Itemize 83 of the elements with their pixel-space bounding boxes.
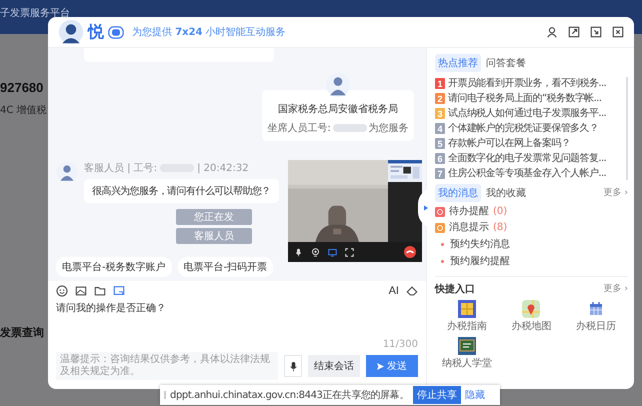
send-icon <box>377 362 384 370</box>
badge-icon <box>108 26 124 38</box>
tab[interactable]: 热点推荐 <box>435 54 481 72</box>
question-link[interactable]: 开票员能看到开票业务，看不到税务... <box>448 77 606 90</box>
section-title: 快捷入口 <box>435 283 475 296</box>
alert-count: (8) <box>493 221 508 234</box>
stop-sharing-button[interactable]: 停止共享 <box>412 386 461 404</box>
tab[interactable]: 我的收藏 <box>483 184 529 202</box>
microphone-icon[interactable] <box>294 248 303 256</box>
question-link[interactable]: 全面数字化的电子发票常见问题答复... <box>448 152 606 165</box>
hang-up-icon[interactable] <box>404 246 416 258</box>
invoice-type-text: 4C 增值税 <box>0 104 46 117</box>
agent-id-label: 坐席人员工号: <box>267 122 331 135</box>
drag-handle[interactable] <box>164 391 166 399</box>
send-button[interactable]: 发送 <box>366 355 418 377</box>
alert-label[interactable]: 消息提示 <box>449 221 489 234</box>
avatar-icon <box>56 161 78 183</box>
rank-badge: 7 <box>435 168 445 179</box>
shortcut-label[interactable]: 办税地图 <box>511 320 552 333</box>
end-session-button[interactable]: 结束会话 <box>308 355 360 377</box>
character-counter: 11/300 <box>382 339 418 350</box>
service-text: 为您服务 <box>368 122 409 135</box>
quick-reply-chip[interactable]: 电票平台-扫码开票 <box>178 257 274 277</box>
rank-badge: 5 <box>435 138 445 149</box>
expand-arrow-icon <box>424 205 428 211</box>
system-notice: 您正在发 <box>176 209 252 225</box>
ai-button[interactable]: AI <box>388 285 399 297</box>
shortcut-label[interactable]: 办税日历 <box>576 320 616 333</box>
hide-link[interactable]: 隐藏 <box>464 388 485 402</box>
book-icon <box>458 300 476 318</box>
shortcut-label[interactable]: 办税指南 <box>447 320 488 333</box>
close-icon[interactable] <box>612 26 624 38</box>
microphone-icon <box>290 360 296 372</box>
alert-label[interactable]: 待办提醒 <box>449 205 489 218</box>
user-icon[interactable] <box>546 26 558 38</box>
tab[interactable]: 问答套餐 <box>483 54 529 72</box>
tile-label: 发票查询 <box>0 325 45 340</box>
share-status-text: dppt.anhui.chinatax.gov.cn:8443正在共享您的屏幕。 <box>170 388 409 402</box>
bullet-icon <box>441 260 444 263</box>
amount-text: 927680 <box>0 80 44 95</box>
question-link[interactable]: 住房公积金等专项基金存入个人帐户... <box>448 167 606 180</box>
alert-count: (0) <box>493 205 508 218</box>
camera-icon[interactable] <box>311 248 320 256</box>
question-link[interactable]: 存款帐户可以在网上备案吗？ <box>448 137 570 150</box>
logo-text: 悦 <box>88 22 104 42</box>
eraser-icon[interactable] <box>406 285 418 297</box>
expand-icon[interactable] <box>568 26 580 38</box>
redacted-bar <box>332 124 367 132</box>
message-category[interactable]: 预约失约消息 <box>450 238 510 251</box>
disclaimer-text: 温馨提示：咨询结果仅供参考，具体以法律法规及相关规定为准。 <box>56 352 278 380</box>
shortcut-label[interactable]: 纳税人学堂 <box>442 357 492 370</box>
rank-badge: 3 <box>435 108 445 119</box>
rank-badge: 4 <box>435 123 445 134</box>
blackboard-icon <box>458 337 476 355</box>
tagline-text: 为您提供 7x24 小时智能互动服务 <box>132 26 286 39</box>
system-notice: 客服人员 <box>176 228 252 244</box>
rank-badge: 2 <box>435 93 445 104</box>
image-icon[interactable] <box>75 285 87 297</box>
emoji-icon[interactable] <box>56 285 68 297</box>
message-category[interactable]: 预约履约提醒 <box>450 255 510 268</box>
map-pin-icon <box>522 300 540 318</box>
message-bubble: 很高兴为您服务，请问有什么可以帮助您？ <box>84 179 279 203</box>
fullscreen-icon[interactable] <box>345 248 354 256</box>
sender-label: 客服人员 | 工号: <box>84 162 158 175</box>
folder-icon[interactable] <box>94 285 106 297</box>
question-link[interactable]: 试点纳税人如何通过电子发票服务平... <box>448 107 606 120</box>
more-link[interactable]: 更多 › <box>604 186 628 200</box>
quick-reply-chip[interactable]: 电票平台-税务数字账户 <box>56 257 172 277</box>
screenshot-icon[interactable] <box>113 285 125 297</box>
agency-name: 国家税务总局安徽省税务局 <box>278 102 398 116</box>
screen-share-icon[interactable] <box>328 248 337 256</box>
bullet-icon <box>441 243 444 246</box>
rank-badge: 1 <box>435 78 445 89</box>
question-link[interactable]: 请问电子税务局上面的“税务数字帐... <box>448 92 602 105</box>
avatar-icon <box>58 19 84 45</box>
question-link[interactable]: 个体建帐户的完税凭证要保管多久？ <box>448 122 598 135</box>
rank-badge: 6 <box>435 153 445 164</box>
more-link[interactable]: 更多 › <box>604 283 628 296</box>
tab[interactable]: 我的消息 <box>435 184 481 202</box>
voice-button[interactable] <box>284 355 302 377</box>
minimize-icon[interactable] <box>590 26 602 38</box>
site-title: 子发票服务平台 <box>0 8 70 19</box>
message-time: | 20:42:32 <box>197 162 249 174</box>
